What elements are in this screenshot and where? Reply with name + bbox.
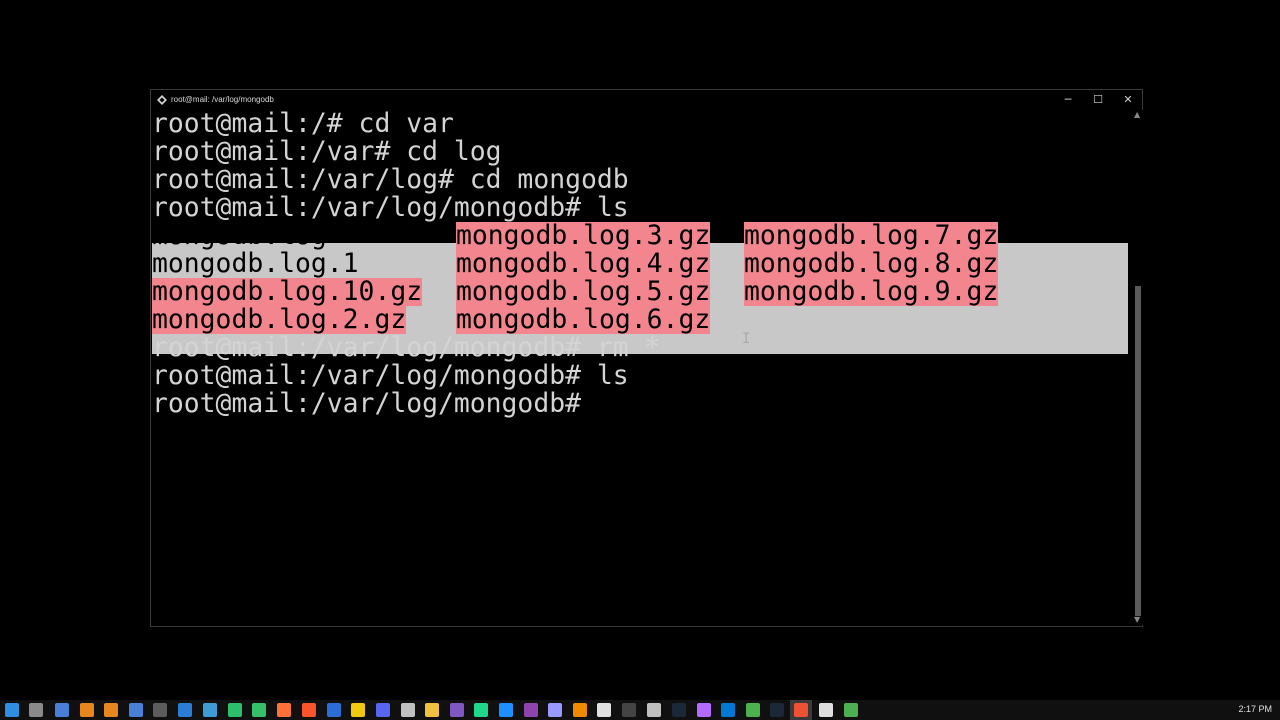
app-icon[interactable] (129, 703, 143, 717)
terminal-line: root@mail:/var/log# cd mongodb (152, 164, 629, 195)
notepad2-icon[interactable] (819, 703, 833, 717)
word-icon[interactable] (327, 703, 341, 717)
file-entry-gz: mongodb.log.7.gz (744, 220, 999, 251)
scroll-thumb[interactable] (1135, 286, 1141, 616)
vscode-icon[interactable] (721, 703, 735, 717)
minimize-button[interactable]: ─ (1053, 90, 1083, 110)
notepad-icon[interactable] (252, 703, 266, 717)
chrome-icon[interactable] (746, 703, 760, 717)
clock[interactable]: 2:17 PM (1238, 704, 1272, 714)
app-icon[interactable] (401, 703, 415, 717)
cmd-icon[interactable] (622, 703, 636, 717)
terminal-line: root@mail:/var/log/mongodb# ls (152, 360, 629, 391)
vlc-icon[interactable] (573, 703, 587, 717)
taskbar: 2:17 PM (0, 700, 1280, 720)
file-entry: mongodb.log.1 (152, 248, 359, 279)
pycharm-icon[interactable] (474, 703, 488, 717)
task-view-icon[interactable] (29, 703, 43, 717)
discord-icon[interactable] (376, 703, 390, 717)
file-entry-gz: mongodb.log.9.gz (744, 276, 999, 307)
title-bar[interactable]: root@mail: /var/log/mongodb ─ ☐ ✕ (151, 90, 1142, 110)
vs-purple-icon[interactable] (524, 703, 538, 717)
terminal-line: root@mail:/# cd var (152, 108, 454, 139)
file-icon[interactable] (55, 703, 69, 717)
edge-icon[interactable] (178, 703, 192, 717)
scroll-up-icon[interactable]: ▲ (1134, 110, 1140, 120)
app-icon[interactable] (203, 703, 217, 717)
vs-icon[interactable] (450, 703, 464, 717)
premiere-icon[interactable] (548, 703, 562, 717)
blender2-icon[interactable] (104, 703, 118, 717)
terminal-prompt: root@mail:/var/log/mongodb# (152, 388, 581, 419)
vertical-scrollbar[interactable]: ▲ ▼ (1133, 110, 1143, 625)
clion-icon[interactable] (228, 703, 242, 717)
file-entry-gz: mongodb.log.5.gz (456, 276, 711, 307)
scroll-down-icon[interactable]: ▼ (1134, 615, 1140, 625)
terminal-icon[interactable] (153, 703, 167, 717)
windows-start-icon[interactable] (5, 703, 19, 717)
close-button[interactable]: ✕ (1113, 90, 1143, 110)
notes-icon[interactable] (351, 703, 365, 717)
file-entry-gz: mongodb.log.8.gz (744, 248, 999, 279)
brave-icon[interactable] (302, 703, 316, 717)
webstorm-icon[interactable] (499, 703, 513, 717)
phpstorm-icon[interactable] (697, 703, 711, 717)
folder-icon[interactable] (425, 703, 439, 717)
terminal-line: root@mail:/var# cd log (152, 136, 502, 167)
git-icon[interactable] (794, 703, 808, 717)
obs-icon[interactable] (597, 703, 611, 717)
chrome2-icon[interactable] (844, 703, 858, 717)
git-bash-icon (157, 95, 167, 105)
terminal-icon[interactable] (647, 703, 661, 717)
maximize-button[interactable]: ☐ (1083, 90, 1113, 110)
file-entry-gz: mongodb.log.3.gz (456, 220, 711, 251)
terminal-line: root@mail:/var/log/mongodb# ls (152, 192, 629, 223)
file-entry-gz: mongodb.log.2.gz (152, 304, 407, 335)
file-entry-gz: mongodb.log.6.gz (456, 304, 711, 335)
steam2-icon[interactable] (770, 703, 784, 717)
window-title: root@mail: /var/log/mongodb (171, 95, 274, 104)
blender-icon[interactable] (80, 703, 94, 717)
file-entry: mongodb.log (152, 220, 327, 251)
file-entry-gz: mongodb.log.4.gz (456, 248, 711, 279)
file-entry-gz: mongodb.log.10.gz (152, 276, 423, 307)
terminal-output[interactable]: root@mail:/# cd var root@mail:/var# cd l… (152, 110, 1128, 625)
terminal-line: root@mail:/var/log/mongodb# rm * (152, 332, 661, 363)
ibeam-cursor-icon: I (742, 331, 751, 347)
terminal-window[interactable]: root@mail: /var/log/mongodb ─ ☐ ✕ root@m… (150, 89, 1143, 627)
firefox-icon[interactable] (277, 703, 291, 717)
steam-icon[interactable] (672, 703, 686, 717)
